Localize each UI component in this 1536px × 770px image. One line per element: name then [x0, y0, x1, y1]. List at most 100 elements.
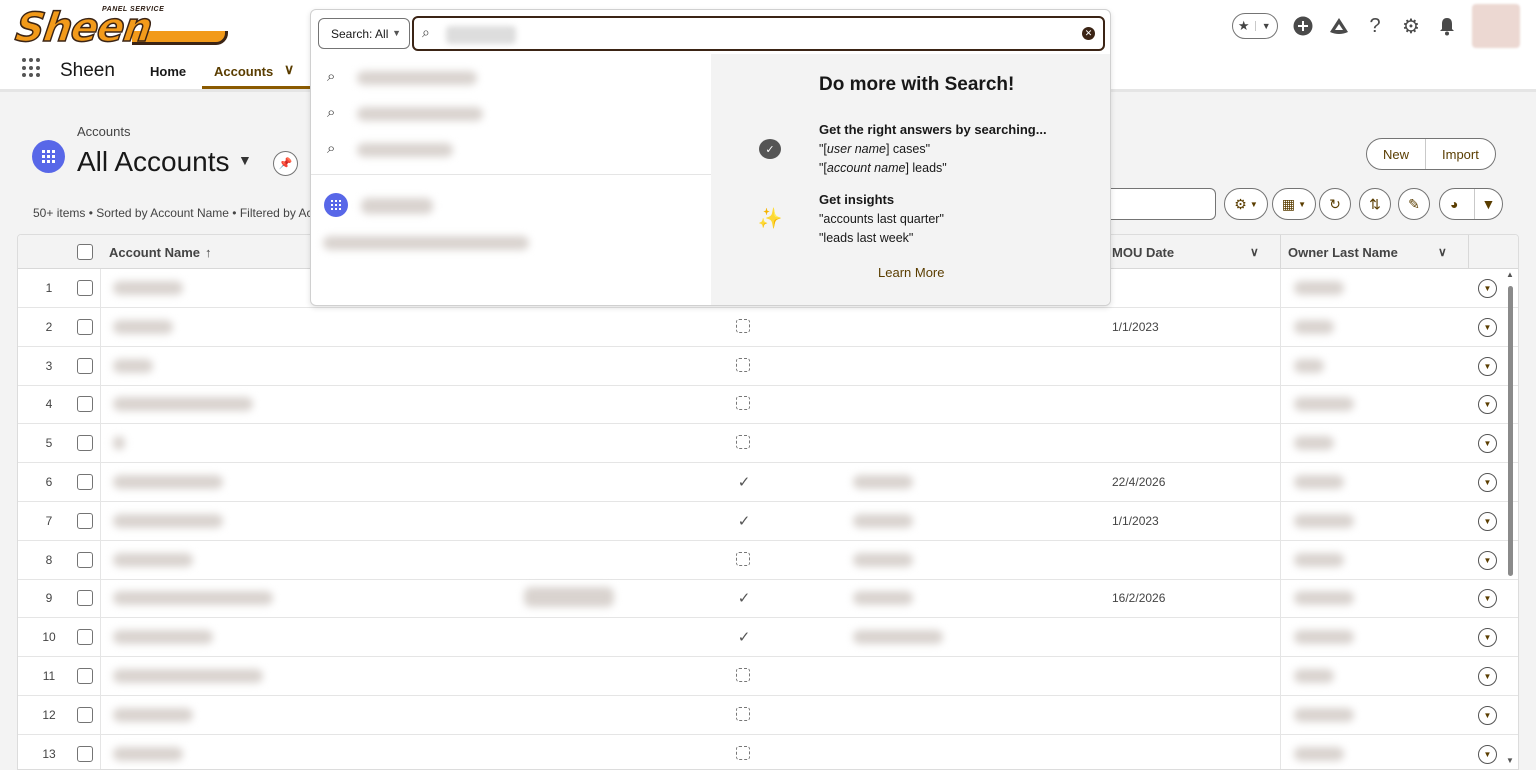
table-row[interactable]: 4 ▼: [18, 385, 1518, 425]
new-button[interactable]: New: [1367, 139, 1425, 169]
list-view-caret-icon[interactable]: ▼: [238, 152, 252, 168]
row-checkbox[interactable]: [77, 396, 93, 413]
redacted-account-name[interactable]: [113, 436, 125, 451]
row-action-menu-icon[interactable]: ▼: [1478, 511, 1497, 531]
redacted-account-name[interactable]: [113, 358, 153, 373]
row-action-menu-icon[interactable]: ▼: [1478, 473, 1497, 492]
redacted-field: [853, 475, 913, 489]
row-checkbox[interactable]: [77, 357, 93, 374]
table-row[interactable]: 8 ▼: [18, 541, 1518, 580]
unchecked-icon: [736, 668, 750, 682]
row-action-menu-icon[interactable]: ▼: [1478, 395, 1497, 415]
search-scope-button[interactable]: Search: All ▼: [318, 18, 410, 49]
scroll-up-icon[interactable]: ▲: [1506, 270, 1514, 279]
chevron-down-icon[interactable]: ∨: [284, 61, 294, 78]
edit-list-button[interactable]: ✎: [1398, 188, 1430, 220]
redacted-account-name[interactable]: [113, 397, 253, 412]
bell-icon[interactable]: [1436, 15, 1458, 37]
pie-chart-icon[interactable]: ◕: [1450, 196, 1458, 212]
column-account-name[interactable]: Account Name ↑: [109, 235, 212, 269]
chevron-down-icon[interactable]: ∨: [1250, 245, 1259, 259]
table-row[interactable]: 10 ✓ ▼: [18, 618, 1518, 658]
filter-icon[interactable]: ▼: [1474, 189, 1495, 219]
row-action-menu-icon[interactable]: ▼: [1478, 279, 1497, 298]
sort-button[interactable]: ⇅: [1359, 188, 1391, 220]
pin-icon[interactable]: 📌: [273, 151, 298, 176]
chevron-down-icon[interactable]: ∨: [1438, 245, 1447, 259]
row-checkbox[interactable]: [77, 629, 93, 646]
trailhead-icon[interactable]: [1328, 15, 1350, 37]
redacted-account-name[interactable]: [113, 707, 193, 722]
redacted-owner-name: [1294, 707, 1354, 722]
table-row[interactable]: 7 ✓ 1/1/2023 ▼: [18, 502, 1518, 541]
search-suggestion[interactable]: ⌕: [321, 60, 711, 96]
search-input[interactable]: [444, 21, 1044, 46]
row-checkbox[interactable]: [77, 280, 93, 296]
row-action-menu-icon[interactable]: ▼: [1478, 356, 1497, 376]
redacted-account-name[interactable]: [113, 669, 263, 683]
redacted-account-name[interactable]: [113, 630, 213, 645]
row-checkbox[interactable]: [77, 668, 93, 684]
redacted-account-name[interactable]: [113, 591, 273, 606]
list-view-title[interactable]: All Accounts: [77, 146, 230, 178]
row-checkbox[interactable]: [77, 745, 93, 762]
redacted-account-name[interactable]: [113, 552, 193, 567]
column-owner-last-name[interactable]: Owner Last Name ∨: [1288, 235, 1468, 269]
redacted-account-name[interactable]: [113, 475, 223, 489]
table-row[interactable]: 3 ▼: [18, 347, 1518, 386]
favorites-button[interactable]: ★ ▼: [1232, 13, 1278, 39]
row-checkbox[interactable]: [77, 590, 93, 607]
display-as-button[interactable]: ▦ ▼: [1272, 188, 1316, 220]
scroll-thumb[interactable]: [1508, 286, 1513, 576]
column-mou-date[interactable]: MOU Date ∨: [1112, 235, 1282, 269]
table-row[interactable]: 6 ✓ 22/4/2026 ▼: [18, 463, 1518, 502]
clear-search-icon[interactable]: ✕: [1082, 27, 1095, 40]
search-input-box[interactable]: ⌕ ✕: [412, 16, 1105, 51]
app-launcher-icon[interactable]: [22, 58, 42, 78]
redacted-account-name[interactable]: [113, 513, 223, 528]
table-row[interactable]: 9 ✓ 16/2/2026 ▼: [18, 579, 1518, 619]
table-row[interactable]: 13 ▼: [18, 735, 1518, 769]
star-icon[interactable]: ★: [1233, 18, 1255, 34]
row-action-menu-icon[interactable]: ▼: [1478, 705, 1497, 725]
select-all-checkbox[interactable]: [77, 244, 93, 260]
list-settings-button[interactable]: ⚙ ▼: [1224, 188, 1268, 220]
table-scrollbar[interactable]: ▲ ▼: [1505, 270, 1515, 765]
search-suggestion[interactable]: ⌕: [321, 96, 711, 132]
scroll-down-icon[interactable]: ▼: [1506, 756, 1514, 765]
search-suggestion[interactable]: ⌕: [321, 132, 711, 168]
redacted-account-name[interactable]: [113, 746, 183, 761]
table-row[interactable]: 12 ▼: [18, 696, 1518, 735]
learn-more-link[interactable]: Learn More: [878, 265, 944, 280]
recent-record-item[interactable]: [321, 188, 711, 250]
row-checkbox[interactable]: [77, 706, 93, 723]
row-action-menu-icon[interactable]: ▼: [1478, 550, 1497, 570]
row-checkbox[interactable]: [77, 435, 93, 452]
row-checkbox[interactable]: [77, 318, 93, 335]
redacted-account-name[interactable]: [113, 319, 173, 334]
row-action-menu-icon[interactable]: ▼: [1478, 628, 1497, 648]
gear-icon[interactable]: ⚙: [1400, 15, 1422, 38]
redacted-account-name[interactable]: [113, 281, 183, 295]
table-row[interactable]: 2 1/1/2023 ▼: [18, 308, 1518, 347]
row-action-menu-icon[interactable]: ▼: [1478, 667, 1497, 686]
row-action-menu-icon[interactable]: ▼: [1478, 589, 1497, 609]
table-row[interactable]: 5 ▼: [18, 424, 1518, 464]
row-checkbox[interactable]: [77, 551, 93, 568]
import-button[interactable]: Import: [1425, 139, 1495, 169]
refresh-button[interactable]: ↻: [1319, 188, 1351, 220]
row-action-menu-icon[interactable]: ▼: [1478, 317, 1497, 337]
sheen-logo[interactable]: Sheen PANEL SERVICE: [12, 3, 228, 52]
chevron-down-icon[interactable]: ▼: [1254, 21, 1278, 31]
list-search-input[interactable]: [1100, 188, 1216, 220]
table-row[interactable]: 11 ▼: [18, 657, 1518, 696]
nav-item-accounts[interactable]: Accounts ∨: [202, 52, 310, 89]
row-action-menu-icon[interactable]: ▼: [1478, 744, 1497, 764]
row-action-menu-icon[interactable]: ▼: [1478, 434, 1497, 454]
row-checkbox[interactable]: [77, 474, 93, 490]
nav-item-home[interactable]: Home: [150, 64, 186, 79]
row-checkbox[interactable]: [77, 512, 93, 529]
plus-circle-icon[interactable]: [1292, 15, 1314, 37]
question-icon[interactable]: ?: [1364, 15, 1386, 37]
user-avatar[interactable]: [1472, 4, 1520, 48]
